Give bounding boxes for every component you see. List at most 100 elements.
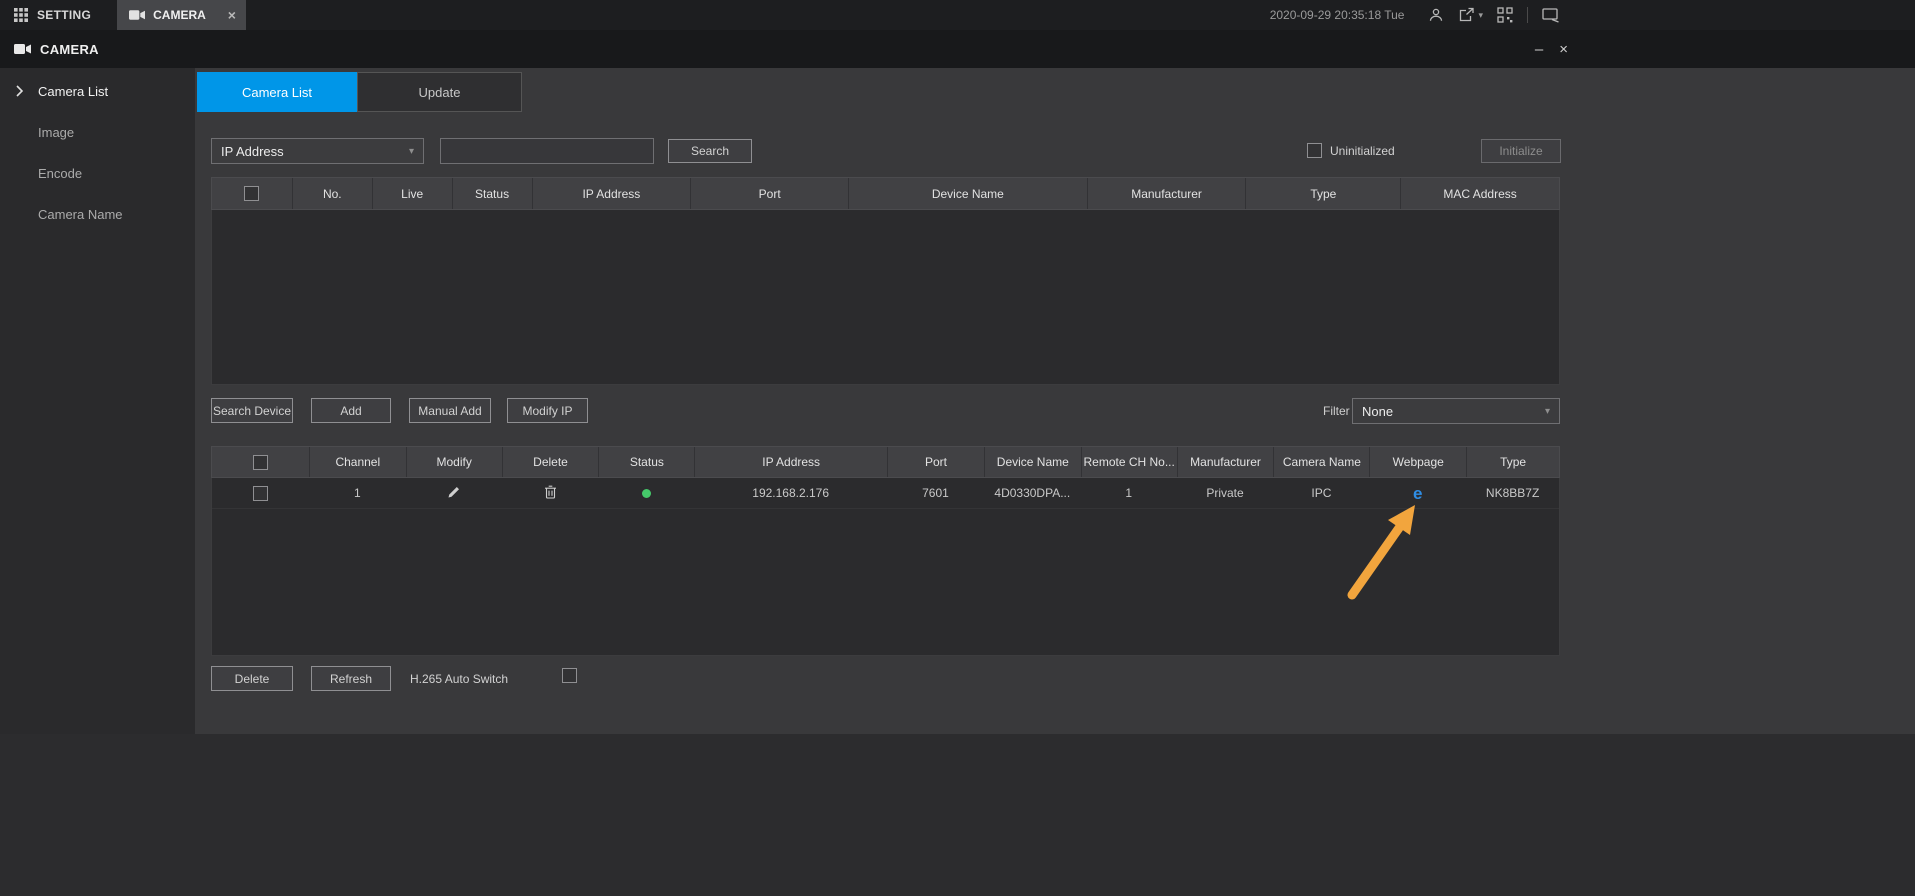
column-header[interactable]: Port [887,447,984,477]
column-header[interactable]: Live [371,178,452,209]
camera-tab-label: CAMERA [153,8,206,22]
sidebar-item-label: Camera List [38,84,109,99]
camera-table-header: Channel Modify Delete Status IP Address … [211,446,1560,478]
window-title: CAMERA [40,41,99,57]
modify-ip-button[interactable]: Modify IP [507,398,588,423]
row-checkbox-cell [212,485,309,501]
main-content: Camera List Update IP Address ▾ Search U… [195,68,1915,734]
display-mode-icon[interactable] [1542,7,1560,23]
column-header[interactable]: Device Name [983,447,1081,477]
column-header[interactable]: MAC Address [1400,178,1559,209]
port-cell: 7601 [922,486,949,500]
system-clock: 2020-09-29 20:35:18 Tue [1269,8,1405,22]
filter-label: Filter [1323,403,1350,418]
close-tab-icon[interactable]: × [228,8,236,22]
column-header[interactable]: Type [1245,178,1400,209]
filter-select[interactable]: None ▾ [1352,398,1560,424]
ie-browser-icon[interactable]: e [1413,485,1422,502]
column-header[interactable]: Camera Name [1273,447,1369,477]
column-header[interactable]: Modify [405,447,502,477]
column-header[interactable]: Status [598,447,694,477]
search-input[interactable] [440,138,654,164]
topbar-right-tools: 2020-09-29 20:35:18 Tue ▾ [1270,0,1560,30]
sidebar-item-label: Encode [38,166,83,181]
window-controls: – × [1535,30,1568,68]
export-caret-icon: ▾ [1478,9,1483,20]
delete-cell [502,485,599,502]
column-header[interactable]: Channel [308,447,406,477]
pencil-icon[interactable] [447,485,461,502]
column-header[interactable]: Remote CH No... [1080,447,1177,477]
setting-tab[interactable]: SETTING [0,0,117,30]
select-all-checkbox[interactable] [244,186,260,201]
h265-auto-switch-checkbox[interactable] [562,668,577,683]
column-header[interactable]: IP Address [531,178,691,209]
table-row[interactable]: 1 192.168.2.176 7601 4D0330DPA... 1 Priv… [212,478,1559,509]
nvr-screen: SETTING CAMERA × 2020-09-29 20:35:18 Tue… [0,0,1915,896]
webpage-cell: e [1369,485,1466,502]
close-window-icon[interactable]: × [1559,41,1568,58]
column-header[interactable]: Device Name [848,178,1087,209]
column-header[interactable]: Webpage [1369,447,1466,477]
header-checkbox-cell [212,447,309,477]
top-taskbar: SETTING CAMERA × 2020-09-29 20:35:18 Tue… [0,0,1915,30]
sidebar-item-image[interactable]: Image [0,112,195,153]
device-name-cell: 4D0330DPA... [994,486,1071,500]
window-title-group: CAMERA [0,42,99,57]
search-type-value: IP Address [221,143,284,159]
export-icon[interactable]: ▾ [1458,7,1483,23]
column-header[interactable]: Status [451,178,532,209]
channel-cell: 1 [353,486,361,500]
camera-tab[interactable]: CAMERA × [117,0,246,30]
search-device-button[interactable]: Search Device [211,398,293,423]
minimize-icon[interactable]: – [1535,41,1543,58]
camera-table-body: 1 192.168.2.176 7601 4D0330DPA... 1 Priv… [211,478,1560,656]
row-checkbox[interactable] [252,485,268,501]
chevron-down-icon: ▾ [1544,405,1550,417]
manual-add-button[interactable]: Manual Add [409,398,491,423]
added-camera-table: Channel Modify Delete Status IP Address … [211,446,1560,656]
tab-camera-list[interactable]: Camera List [197,72,357,112]
delete-button[interactable]: Delete [211,666,293,691]
column-header[interactable]: Type [1466,447,1559,477]
search-button[interactable]: Search [668,139,752,163]
device-search-table: No. Live Status IP Address Port Device N… [211,177,1560,385]
search-type-select[interactable]: IP Address ▾ [211,138,424,164]
add-button[interactable]: Add [311,398,391,423]
column-header[interactable]: Port [690,178,848,209]
camera-icon [129,9,146,21]
refresh-button[interactable]: Refresh [311,666,391,691]
sidebar-item-label: Camera Name [38,207,123,222]
apps-grid-icon [14,8,28,22]
sidebar: Camera List Image Encode Camera Name [0,68,195,734]
column-header[interactable]: Manufacturer [1176,447,1274,477]
select-all-checkbox[interactable] [252,454,268,470]
initialize-button[interactable]: Initialize [1481,139,1561,163]
camera-icon [14,43,31,55]
manufacturer-cell: Private [1206,486,1244,500]
header-checkbox-cell [212,178,292,209]
column-header[interactable]: Manufacturer [1086,178,1246,209]
topbar-divider [1527,7,1528,23]
type-cell: NK8BB7Z [1485,486,1540,500]
chevron-down-icon: ▾ [408,145,414,157]
status-online-icon [641,488,651,498]
trash-icon[interactable] [544,485,557,502]
status-cell [598,488,694,498]
sidebar-item-camera-list[interactable]: Camera List [0,71,195,112]
uninitialized-checkbox[interactable] [1307,143,1322,158]
h265-auto-switch-label: H.265 Auto Switch [410,671,509,686]
sidebar-item-camera-name[interactable]: Camera Name [0,194,195,235]
tab-update[interactable]: Update [357,72,522,112]
column-header[interactable]: Delete [501,447,599,477]
camera-name-cell: IPC [1311,486,1332,500]
modify-cell [406,485,502,502]
device-table-body [211,210,1560,385]
sidebar-item-encode[interactable]: Encode [0,153,195,194]
user-icon[interactable] [1428,7,1444,23]
ip-address-cell: 192.168.2.176 [752,486,830,500]
column-header[interactable]: No. [291,178,372,209]
filter-value: None [1362,403,1394,419]
qr-code-icon[interactable] [1497,7,1513,23]
column-header[interactable]: IP Address [694,447,887,477]
